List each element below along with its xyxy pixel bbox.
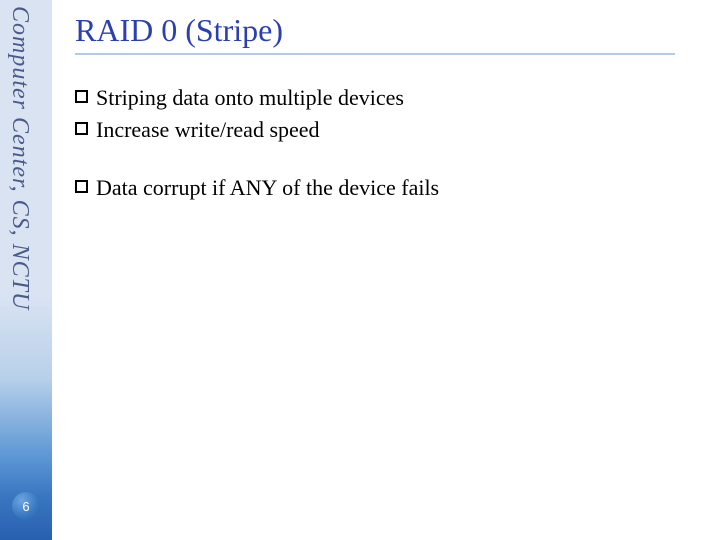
sidebar: Computer Center, CS, NCTU 6 [0, 0, 52, 540]
bullet-item: Striping data onto multiple devices [75, 85, 695, 111]
bullet-group-disadvantages: Data corrupt if ANY of the device fails [75, 175, 695, 201]
square-bullet-icon [75, 122, 88, 135]
bullet-text: Striping data onto multiple devices [96, 85, 404, 111]
bullet-group-advantages: Striping data onto multiple devices Incr… [75, 85, 695, 143]
square-bullet-icon [75, 180, 88, 193]
bullet-item: Increase write/read speed [75, 117, 695, 143]
title-underline [75, 53, 675, 55]
bullet-text: Increase write/read speed [96, 117, 320, 143]
slide-content: RAID 0 (Stripe) Striping data onto multi… [75, 12, 695, 233]
bullet-text: Data corrupt if ANY of the device fails [96, 175, 439, 201]
page-number-badge: 6 [12, 492, 40, 520]
slide-title: RAID 0 (Stripe) [75, 12, 695, 49]
bullet-item: Data corrupt if ANY of the device fails [75, 175, 695, 201]
square-bullet-icon [75, 90, 88, 103]
page-number: 6 [22, 499, 29, 514]
sidebar-affiliation-text: Computer Center, CS, NCTU [6, 6, 33, 310]
